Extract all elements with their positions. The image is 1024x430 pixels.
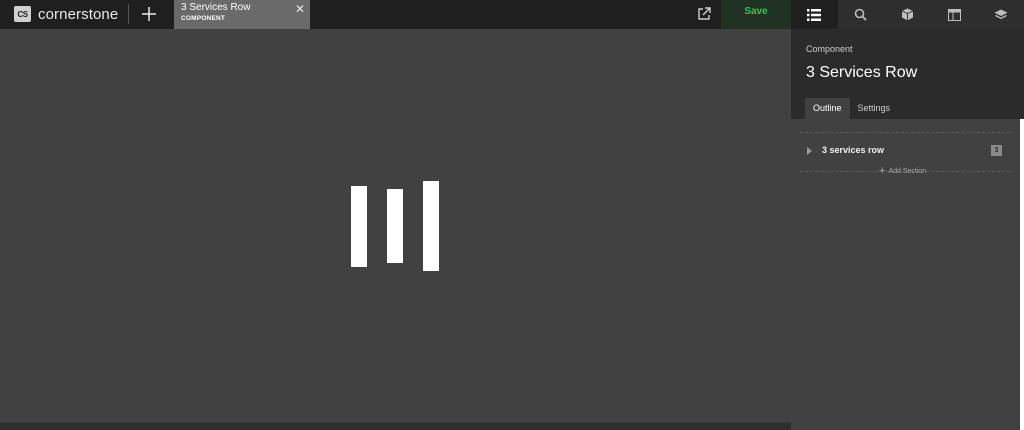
inspector-panel: Component 3 Services Row Outline Setting… xyxy=(791,29,1024,430)
plus-icon xyxy=(142,7,156,21)
loading-bar-3 xyxy=(423,181,439,271)
logo-text: cornerstone xyxy=(38,5,119,23)
layers-nav-button[interactable] xyxy=(977,0,1024,29)
panel-nav xyxy=(791,0,1024,29)
search-nav-button[interactable] xyxy=(837,0,885,29)
logo-badge: CS xyxy=(14,6,31,22)
outline-nav-button[interactable] xyxy=(791,0,838,29)
outline-item-count: 3 xyxy=(991,145,1002,156)
plus-icon: + xyxy=(879,165,886,177)
loading-bar-1 xyxy=(351,186,367,267)
list-icon xyxy=(807,8,822,21)
save-button[interactable]: Save xyxy=(721,0,791,29)
tab-subtitle: COMPONENT xyxy=(181,15,226,22)
loading-bar-2 xyxy=(387,189,403,263)
cornerstone-logo[interactable]: CS cornerstone xyxy=(14,4,118,24)
layout-nav-button[interactable] xyxy=(930,0,978,29)
expand-caret-icon[interactable] xyxy=(807,147,812,155)
panel-title: 3 Services Row xyxy=(806,64,918,81)
panel-scrollbar[interactable] xyxy=(1020,119,1024,430)
tab-settings[interactable]: Settings xyxy=(850,98,899,119)
add-section-label: Add Section xyxy=(888,167,927,175)
tab-outline[interactable]: Outline xyxy=(805,98,850,119)
add-tab-button[interactable] xyxy=(138,2,160,26)
close-icon[interactable]: ✕ xyxy=(295,2,305,16)
outline-item[interactable]: 3 services row 3 xyxy=(807,145,1002,159)
outline-item-name: 3 services row xyxy=(822,145,885,155)
elements-nav-button[interactable] xyxy=(884,0,931,29)
panel-label: Component xyxy=(806,44,853,54)
document-tab[interactable]: 3 Services Row COMPONENT ✕ xyxy=(174,0,310,29)
external-link-icon[interactable] xyxy=(694,4,714,24)
search-icon xyxy=(855,8,868,21)
top-bar: CS cornerstone 3 Services Row COMPONENT … xyxy=(0,0,1024,29)
add-section-button[interactable]: + Add Section xyxy=(879,165,927,177)
outline-divider-top xyxy=(800,132,1010,133)
layout-icon xyxy=(947,8,961,21)
cube-icon xyxy=(901,8,914,21)
layers-icon xyxy=(994,9,1008,19)
topbar-divider xyxy=(128,4,129,24)
tab-title: 3 Services Row xyxy=(181,2,251,13)
panel-header: Component 3 Services Row Outline Setting… xyxy=(791,29,1024,119)
panel-tabs: Outline Settings xyxy=(805,98,898,119)
canvas-bottom-bar xyxy=(0,422,791,430)
preview-canvas[interactable] xyxy=(0,29,791,422)
